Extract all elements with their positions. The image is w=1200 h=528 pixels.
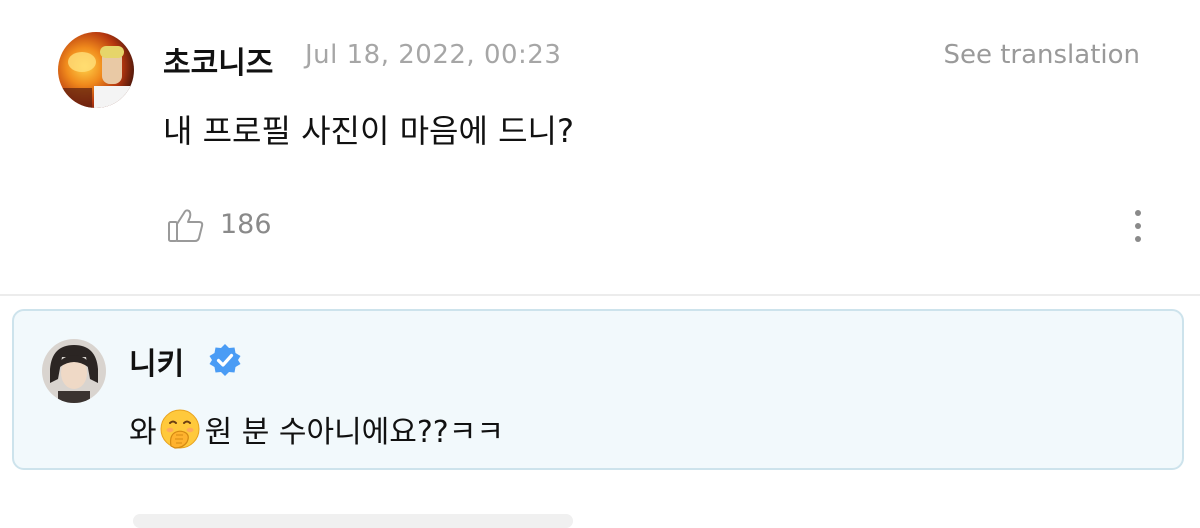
verified-badge-icon: [208, 343, 242, 377]
like-count: 186: [220, 209, 272, 240]
reply-item: 니키 와 원 분 수아니에요??ㅋㅋ: [12, 309, 1184, 470]
more-dot: [1135, 223, 1141, 229]
comment-item: 초코니즈 Jul 18, 2022, 00:23 See translation…: [0, 0, 1200, 296]
comment-text: 내 프로필 사진이 마음에 드니?: [163, 112, 574, 150]
reply-avatar[interactable]: [42, 339, 106, 403]
more-dot: [1135, 210, 1141, 216]
more-dot: [1135, 236, 1141, 242]
like-button[interactable]: [166, 205, 206, 245]
avatar[interactable]: [58, 32, 134, 108]
reply-username[interactable]: 니키: [129, 339, 184, 383]
comment-username[interactable]: 초코니즈: [163, 38, 273, 82]
comment-timestamp: Jul 18, 2022, 00:23: [305, 40, 562, 70]
divider: [0, 294, 1200, 296]
reply-text-before: 와: [129, 415, 157, 450]
thumbs-up-icon: [168, 209, 204, 242]
see-translation-link[interactable]: See translation: [943, 40, 1140, 70]
more-options-button[interactable]: [1126, 210, 1150, 246]
next-item-preview: [133, 514, 573, 528]
reply-text-after: 원 분 수아니에요??ㅋㅋ: [204, 415, 504, 450]
reply-text: 와 원 분 수아니에요??ㅋㅋ: [129, 407, 504, 451]
face-with-hand-over-mouth-icon: [159, 408, 201, 450]
